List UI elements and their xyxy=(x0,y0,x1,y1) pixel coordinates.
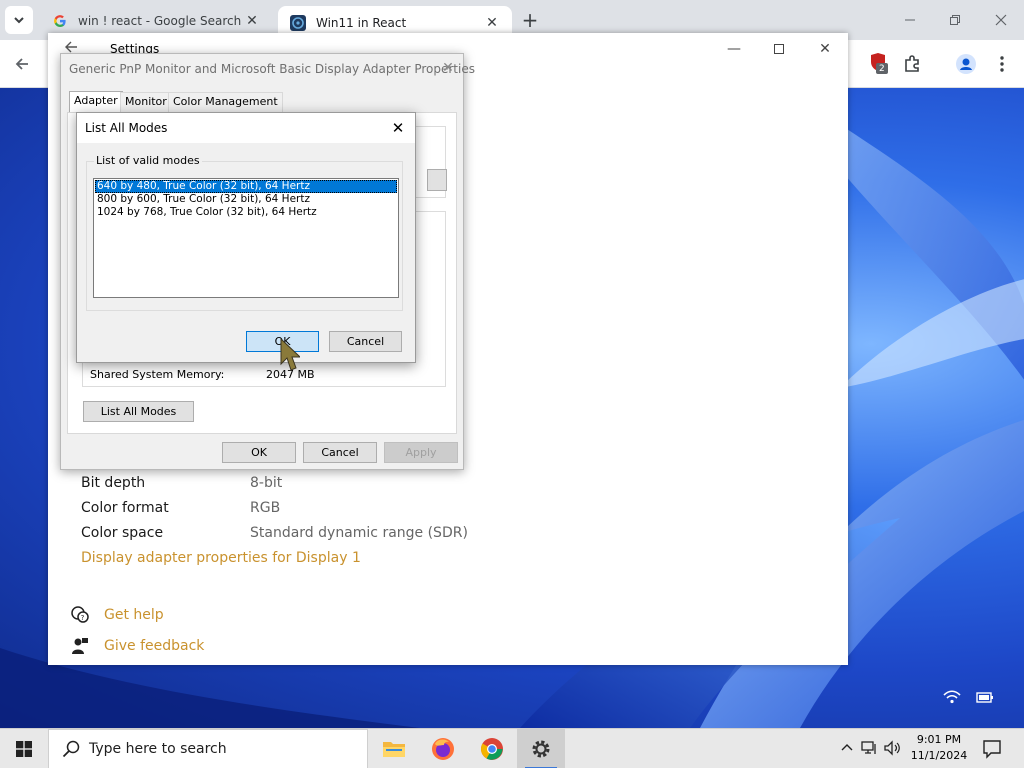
settings-minimize-button[interactable]: — xyxy=(722,39,746,59)
adapter-properties-button[interactable] xyxy=(427,169,447,191)
restore-icon xyxy=(950,15,960,25)
color-space-value: Standard dynamic range (SDR) xyxy=(250,525,468,541)
battery-icon[interactable] xyxy=(976,690,994,704)
color-format-label: Color format xyxy=(81,500,169,516)
help-chat-icon: ? xyxy=(70,605,90,625)
properties-dialog-title: Generic PnP Monitor and Microsoft Basic … xyxy=(69,62,475,76)
mode-list-item[interactable]: 800 by 600, True Color (32 bit), 64 Hert… xyxy=(95,193,397,206)
give-feedback-link[interactable]: Give feedback xyxy=(70,636,204,656)
wifi-icon[interactable] xyxy=(943,690,961,704)
modes-title-bar: List All Modes ✕ xyxy=(77,113,415,143)
mode-list-item[interactable]: 640 by 480, True Color (32 bit), 64 Hert… xyxy=(95,180,397,193)
list-all-modes-dialog: List All Modes ✕ List of valid modes 640… xyxy=(76,112,416,363)
modes-listbox[interactable]: 640 by 480, True Color (32 bit), 64 Hert… xyxy=(93,178,399,298)
modes-dialog-title: List All Modes xyxy=(85,121,168,135)
notification-icon[interactable] xyxy=(982,739,1002,759)
file-explorer-icon[interactable] xyxy=(370,729,418,768)
settings-close-button[interactable]: ✕ xyxy=(813,39,837,59)
bit-depth-label: Bit depth xyxy=(81,475,146,491)
valid-modes-group: List of valid modes 640 by 480, True Col… xyxy=(86,154,403,311)
mode-list-item[interactable]: 1024 by 768, True Color (32 bit), 64 Her… xyxy=(95,206,397,219)
restore-button[interactable] xyxy=(940,8,970,32)
network-icon[interactable] xyxy=(861,739,879,757)
extensions-button[interactable] xyxy=(900,52,924,76)
valid-modes-label: List of valid modes xyxy=(94,154,202,167)
properties-ok-button[interactable]: OK xyxy=(222,442,296,463)
svg-text:?: ? xyxy=(81,614,85,622)
start-button[interactable] xyxy=(0,729,48,768)
puzzle-icon xyxy=(905,55,919,72)
shield-icon xyxy=(871,53,888,74)
close-window-button[interactable] xyxy=(986,8,1016,32)
taskbar-search-box[interactable]: Type here to search xyxy=(48,729,368,768)
feedback-person-icon xyxy=(70,636,90,656)
maximize-icon xyxy=(774,44,784,54)
close-icon[interactable]: ✕ xyxy=(244,13,260,29)
modes-cancel-button[interactable]: Cancel xyxy=(329,331,402,352)
tab-monitor[interactable]: Monitor xyxy=(120,92,172,112)
profile-button[interactable] xyxy=(954,52,978,76)
get-help-link[interactable]: ? Get help xyxy=(70,605,164,625)
taskbar-clock[interactable]: 9:01 PM 11/1/2024 xyxy=(905,732,973,764)
windows-logo-icon xyxy=(16,741,32,757)
tab-color-management[interactable]: Color Management xyxy=(168,92,283,112)
settings-maximize-button[interactable] xyxy=(767,39,791,59)
avatar-icon xyxy=(956,54,976,74)
taskbar: Type here to search 9:01 PM 11/1/2024 xyxy=(0,728,1024,768)
close-icon[interactable]: ✕ xyxy=(439,59,457,77)
properties-apply-button[interactable]: Apply xyxy=(384,442,458,463)
tab-search-button[interactable] xyxy=(5,6,33,34)
react-app-icon xyxy=(290,15,306,31)
mouse-pointer-icon xyxy=(280,338,300,371)
chevron-up-icon[interactable] xyxy=(838,739,856,757)
list-all-modes-button[interactable]: List All Modes xyxy=(83,401,194,422)
give-feedback-label: Give feedback xyxy=(104,638,205,654)
bit-depth-value: 8-bit xyxy=(250,475,283,491)
tab-title: Win11 in React xyxy=(316,16,407,30)
tab-title: win ! react - Google Search xyxy=(78,14,242,28)
clock-time: 9:01 PM xyxy=(916,733,962,746)
properties-cancel-button[interactable]: Cancel xyxy=(303,442,377,463)
settings-gear-icon[interactable] xyxy=(517,729,565,768)
shared-memory-label: Shared System Memory: xyxy=(90,368,225,381)
volume-icon[interactable] xyxy=(883,739,901,757)
color-space-label: Color space xyxy=(81,525,164,541)
tab-google-search[interactable]: win ! react - Google Search ✕ xyxy=(40,6,272,36)
color-format-value: RGB xyxy=(250,500,281,516)
google-g-icon xyxy=(52,13,68,29)
close-icon xyxy=(995,14,1007,26)
tab-adapter[interactable]: Adapter xyxy=(69,91,123,113)
minimize-button[interactable] xyxy=(895,8,925,32)
chrome-icon[interactable] xyxy=(468,729,516,768)
close-icon[interactable]: ✕ xyxy=(389,119,407,137)
back-button[interactable] xyxy=(10,52,34,76)
minimize-icon xyxy=(905,19,915,21)
extension-shield-button[interactable]: 2 xyxy=(866,52,890,76)
chevron-down-icon xyxy=(14,17,24,24)
browser-menu-button[interactable] xyxy=(990,52,1014,76)
close-icon[interactable]: ✕ xyxy=(484,15,500,31)
new-tab-button[interactable]: + xyxy=(518,8,542,32)
display-adapter-properties-link[interactable]: Display adapter properties for Display 1 xyxy=(81,550,361,566)
more-vertical-icon xyxy=(1000,56,1004,72)
arrow-left-icon xyxy=(15,58,28,70)
get-help-label: Get help xyxy=(104,607,164,623)
search-placeholder: Type here to search xyxy=(89,741,227,757)
search-icon xyxy=(61,739,81,759)
extension-badge: 2 xyxy=(879,64,885,74)
clock-date: 11/1/2024 xyxy=(910,749,968,762)
firefox-icon[interactable] xyxy=(419,729,467,768)
